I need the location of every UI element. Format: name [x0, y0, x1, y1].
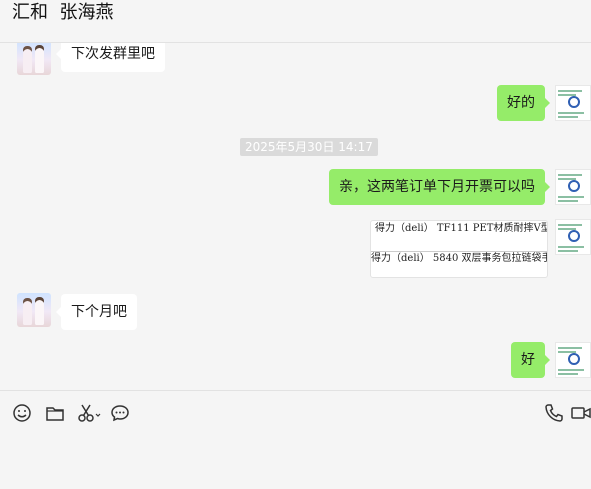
- card-line-2: 得力（deli） 5840 双层事务包拉链袋手提式帆(蓝色): [371, 251, 547, 265]
- my-avatar[interactable]: [555, 342, 591, 378]
- folder-icon[interactable]: [44, 402, 66, 424]
- scissors-icon[interactable]: [77, 402, 101, 424]
- product-card-message[interactable]: 得力（deli） TF111 PET材质耐摔V型桌牌 会议展示牌 会议姓名牌座位…: [370, 220, 548, 278]
- chat-header: 汇和 张海燕: [0, 0, 591, 43]
- video-icon[interactable]: [571, 402, 591, 424]
- my-avatar[interactable]: [555, 85, 591, 121]
- outgoing-message[interactable]: 好的: [497, 85, 550, 121]
- incoming-message[interactable]: 下次发群里吧: [56, 43, 165, 72]
- chat-title: 汇和 张海燕: [12, 2, 114, 23]
- outgoing-message[interactable]: 好: [511, 342, 550, 378]
- my-avatar[interactable]: [555, 169, 591, 205]
- contact-avatar[interactable]: [17, 293, 51, 327]
- chat-bubble-icon[interactable]: [109, 402, 131, 424]
- phone-icon[interactable]: [543, 402, 565, 424]
- card-line-1: 得力（deli） TF111 PET材质耐摔V型桌牌 会议展示牌 会议姓名牌座位…: [375, 223, 547, 234]
- message-input[interactable]: [0, 430, 591, 489]
- outgoing-message[interactable]: 亲，这两笔订单下月开票可以吗: [329, 169, 550, 205]
- my-avatar[interactable]: [555, 219, 591, 255]
- incoming-message[interactable]: 下个月吧: [56, 294, 137, 330]
- contact-avatar[interactable]: [17, 43, 51, 75]
- timestamp-divider: 2025年5月30日 14:17: [240, 138, 378, 156]
- composer-divider: [0, 390, 591, 391]
- emoji-icon[interactable]: [11, 402, 33, 424]
- message-list[interactable]: 下次发群里吧 好的 2025年5月30日 14:17 亲，这两笔订单下月开票可以…: [0, 43, 591, 390]
